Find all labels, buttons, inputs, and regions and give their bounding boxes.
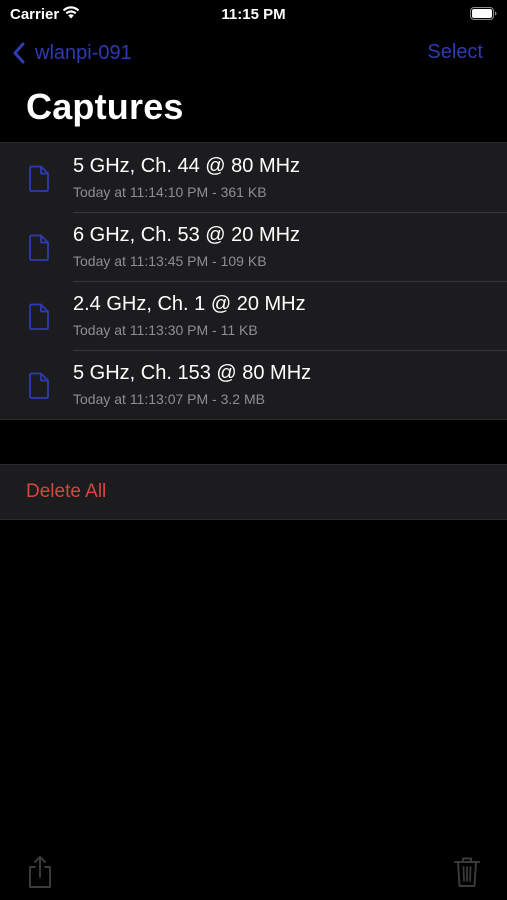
trash-icon[interactable] [454,856,480,888]
capture-details: Today at 11:14:10 PM - 361 KB [73,184,267,200]
capture-title: 5 GHz, Ch. 153 @ 80 MHz [73,362,312,384]
back-button[interactable]: wlanpi-091 [12,40,132,66]
list-item[interactable]: 2.4 GHz, Ch. 1 @ 20 MHz Today at 11:13:3… [0,281,507,350]
list-item[interactable]: 5 GHz, Ch. 44 @ 80 MHz Today at 11:14:10… [0,143,507,212]
battery-icon [470,7,497,20]
back-button-label: wlanpi-091 [35,41,132,64]
share-icon[interactable] [27,855,53,889]
status-time: 11:15 PM [221,6,286,23]
capture-details: Today at 11:13:30 PM - 11 KB [73,322,258,338]
navigation-bar: wlanpi-091 Select [0,30,507,76]
list-item[interactable]: 6 GHz, Ch. 53 @ 20 MHz Today at 11:13:45… [0,212,507,281]
select-button[interactable]: Select [427,41,483,64]
document-icon [29,303,49,330]
document-icon [29,234,49,261]
status-bar: Carrier 11:15 PM [0,0,507,30]
delete-all-button[interactable]: Delete All [26,481,106,503]
document-icon [29,372,49,399]
capture-list: 5 GHz, Ch. 44 @ 80 MHz Today at 11:14:10… [0,142,507,420]
page-title: Captures [26,86,184,127]
capture-details: Today at 11:13:45 PM - 109 KB [73,253,267,269]
capture-title: 5 GHz, Ch. 44 @ 80 MHz [73,155,301,177]
capture-title: 2.4 GHz, Ch. 1 @ 20 MHz [73,293,306,315]
capture-title: 6 GHz, Ch. 53 @ 20 MHz [73,224,301,246]
chevron-left-icon [13,42,25,64]
list-item[interactable]: 5 GHz, Ch. 153 @ 80 MHz Today at 11:13:0… [0,350,507,419]
capture-details: Today at 11:13:07 PM - 3.2 MB [73,391,265,407]
delete-all-group: Delete All [0,464,507,520]
document-icon [29,165,49,192]
